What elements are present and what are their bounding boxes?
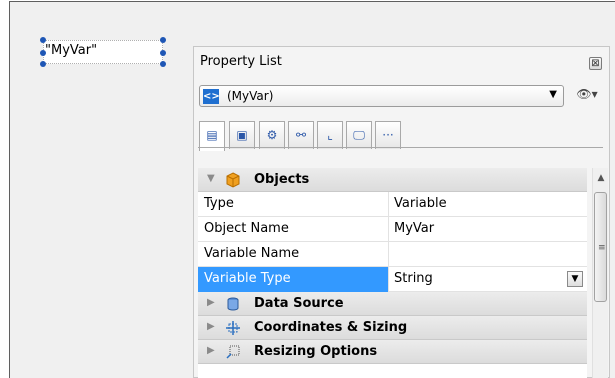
column-separator [388, 217, 389, 242]
column-separator [388, 242, 389, 267]
resize-handle-top-left[interactable] [40, 37, 46, 43]
variable-object[interactable]: "MyVar" [40, 37, 166, 67]
property-value[interactable]: MyVar [394, 221, 434, 236]
resize-handle-bottom-left[interactable] [40, 61, 46, 67]
variable-type-icon: <> [203, 89, 220, 104]
scrollbar-thumb[interactable]: ≡ [594, 192, 607, 302]
resize-handle-bottom-right[interactable] [160, 61, 166, 67]
vertical-scrollbar[interactable]: ▲ ≡ [592, 168, 608, 378]
property-name: Object Name [204, 221, 289, 236]
database-icon [225, 296, 241, 312]
property-list-title: Property List [200, 54, 282, 69]
property-row-object-name[interactable]: Object Name MyVar [198, 217, 587, 242]
object-selector-value: (MyVar) [227, 89, 274, 103]
tab-underline [198, 147, 603, 148]
variable-object-label: "MyVar" [45, 43, 98, 58]
column-separator [388, 192, 389, 217]
resize-handle-left[interactable] [40, 50, 46, 56]
resize-handle-top-right[interactable] [160, 37, 166, 43]
resize-icon [225, 344, 241, 360]
chevron-down-icon: ▼ [549, 89, 557, 100]
property-name: Variable Name [204, 246, 300, 261]
resize-handle-right[interactable] [160, 50, 166, 56]
group-resizing-options[interactable]: ▶ Resizing Options [198, 340, 587, 364]
tab-layout[interactable]: ⚯ [288, 121, 314, 149]
property-row-type[interactable]: Type Variable [198, 192, 587, 217]
property-list-header: Property List ⊠ [194, 47, 609, 77]
grip-icon: ≡ [598, 243, 606, 253]
tab-form[interactable]: ▣ [229, 121, 255, 149]
expand-arrow-icon[interactable]: ▶ [207, 297, 215, 308]
property-row-variable-type[interactable]: Variable Type String ▼ [198, 267, 587, 292]
expand-arrow-icon[interactable]: ▶ [207, 321, 215, 332]
cube-icon [225, 172, 241, 188]
expand-arrow-icon[interactable]: ▶ [207, 345, 215, 356]
coordinates-icon [225, 320, 241, 336]
property-name: Variable Type [204, 271, 291, 286]
close-icon[interactable]: ⊠ [589, 57, 602, 70]
property-value[interactable]: Variable [394, 196, 447, 211]
chevron-down-icon[interactable]: ▼ [567, 271, 583, 287]
group-label-data-source: Data Source [254, 296, 344, 311]
property-grid: ▼ Objects Type Variable Object Name MyVa… [198, 168, 587, 378]
property-tabs: ▤ ▣ ⚙ ⚯ ⌞ 🖵 ··· [199, 121, 453, 151]
tab-chart[interactable]: ⌞ [317, 121, 343, 149]
group-label-resizing-options: Resizing Options [254, 344, 378, 359]
property-row-variable-name[interactable]: Variable Name [198, 242, 587, 267]
object-selector-row: <> (MyVar) ▼ 👁▾ [199, 85, 606, 108]
property-name: Type [204, 196, 234, 211]
column-separator [388, 267, 389, 292]
group-coordinates-sizing[interactable]: ▶ Coordinates & Sizing [198, 316, 587, 340]
group-objects[interactable]: ▼ Objects [198, 168, 587, 192]
tab-display[interactable]: 🖵 [346, 121, 372, 149]
property-value[interactable]: String [394, 271, 433, 286]
eye-icon[interactable]: 👁▾ [570, 87, 604, 105]
group-label-coordinates-sizing: Coordinates & Sizing [254, 320, 408, 335]
group-data-source[interactable]: ▶ Data Source [198, 292, 587, 316]
tab-more[interactable]: ··· [375, 121, 401, 149]
group-label-objects: Objects [254, 172, 310, 187]
object-selector-dropdown[interactable]: <> (MyVar) ▼ [199, 85, 564, 107]
scroll-up-icon[interactable]: ▲ [593, 170, 609, 186]
form-canvas: "MyVar" Property List ⊠ <> (MyVar) ▼ 👁▾ … [0, 0, 615, 378]
tab-events[interactable]: ⚙ [259, 121, 285, 149]
collapse-arrow-icon[interactable]: ▼ [207, 173, 215, 184]
